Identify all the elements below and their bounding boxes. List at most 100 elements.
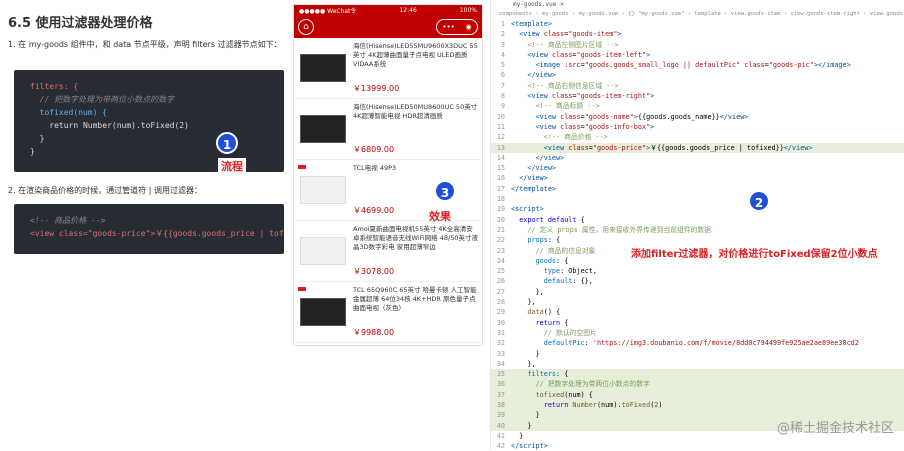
code-line: } — [30, 134, 45, 143]
code-line: 8 <view class="goods-item-right"> — [500, 92, 655, 101]
code-line: 19 <script> — [496, 205, 544, 214]
goods-info: TCL 65Q960C 65英寸 哈曼卡顿 人工智能 金属超薄 64位34核 4… — [349, 286, 479, 338]
code-line: 7 <!-- 商品右侧信息区域 --> — [500, 81, 619, 90]
tv-image — [300, 237, 346, 265]
code-line: 32 defaultPic: 'https://img3.doubanio.co… — [496, 339, 859, 348]
code-line: } — [30, 147, 35, 156]
doc-panel: 6.5 使用过滤器处理价格 1. 在 my-goods 组件中，和 data 节… — [0, 0, 292, 450]
code-line: 30 return { — [496, 318, 569, 327]
goods-price: ￥13999.00 — [353, 84, 400, 93]
code-line: 14 </view> — [496, 153, 565, 162]
nav-bar: ⌂ ••• ◉ — [294, 16, 482, 38]
goods-info: TCL电视 49P3 ￥4699.00 — [349, 164, 479, 216]
code-line: 26 default: {}, — [496, 277, 593, 286]
goods-name: TCL 65Q960C 65英寸 哈曼卡顿 人工智能 金属超薄 64位34核 4… — [353, 286, 477, 312]
code-line: <!-- 商品价格 --> — [30, 216, 106, 225]
code-line: 6 </view> — [500, 71, 557, 80]
close-circle-icon[interactable]: ◉ — [466, 23, 472, 31]
badge-2: 2 — [748, 190, 770, 212]
goods-name: 海信(Hisense)LED50MU8600UC 50英寸 4K超薄智能电视 H… — [353, 103, 478, 120]
code-line: 11 <view class="goods-info-box"> — [496, 122, 655, 131]
editor-lines: 1 <template> 2 <view class="goods-item"> … — [491, 19, 904, 451]
code-line-highlighted: 13 <view class="goods-price">￥{{goods.go… — [491, 142, 904, 153]
goods-info: 海信(Hisense)LED50MU8600UC 50英寸 4K超薄智能电视 H… — [349, 103, 479, 155]
tv-image — [300, 54, 346, 82]
code-line: 16 </view> — [496, 174, 548, 183]
code-line: 33 } — [496, 349, 540, 358]
code-block-template: <!-- 商品价格 --> <view class="goods-price">… — [14, 204, 284, 254]
goods-item[interactable]: TCL 65Q960C 65英寸 哈曼卡顿 人工智能 金属超薄 64位34核 4… — [294, 282, 482, 343]
status-bar: ●●●●● WeChat令 12:46 100% — [294, 5, 482, 16]
editor-tab[interactable]: my-goods.vue × — [491, 0, 904, 9]
step-1-text: 1. 在 my-goods 组件中，和 data 节点平级，声明 filters… — [8, 40, 282, 49]
code-line: 21 // 定义 props 属性，用来接收外界传递到当前组件的数据 — [496, 225, 712, 234]
phone-preview: ●●●●● WeChat令 12:46 100% ⌂ ••• ◉ 海信(Hise… — [293, 4, 483, 346]
section-title: 6.5 使用过滤器处理价格 — [8, 16, 153, 31]
tv-image — [300, 176, 346, 204]
brand-tag-icon — [298, 165, 306, 169]
code-line: 29 data() { — [496, 308, 561, 317]
battery-text: 100% — [459, 7, 477, 14]
code-line: 20 export default { — [496, 215, 585, 224]
goods-price: ￥9988.00 — [353, 328, 395, 337]
goods-item[interactable]: Amoi夏新曲面电视机55英寸 4K全高清安卓系统智能语音无线WiFi网络 48… — [294, 221, 482, 282]
time-text: 12:46 — [399, 7, 417, 14]
goods-info: 海信(Hisense)LED55MU9600X3DUC 55英寸 4K超薄曲面量… — [349, 42, 479, 94]
goods-info: Amoi夏新曲面电视机55英寸 4K全高清安卓系统智能语音无线WiFi网络 48… — [349, 225, 479, 277]
carrier-text: ●●●●● WeChat令 — [299, 8, 357, 15]
goods-item[interactable]: 海信(Hisense)LED50MU8600UC 50英寸 4K超薄智能电视 H… — [294, 99, 482, 160]
goods-price: ￥3078.00 — [353, 267, 395, 276]
home-icon[interactable]: ⌂ — [298, 19, 314, 35]
goods-pic — [297, 225, 349, 277]
badge-1: 1 — [216, 132, 238, 154]
code-line: 15 </view> — [496, 164, 557, 173]
code-line: 3 <!-- 商品左侧图片区域 --> — [500, 40, 619, 49]
step-2-text: 2. 在渲染商品价格的时候，通过管道符 | 调用过滤器： — [8, 186, 202, 195]
goods-pic — [297, 103, 349, 155]
code-line: 9 <!-- 商品标题 --> — [500, 102, 600, 111]
goods-item[interactable]: 海信(Hisense)LED55MU9600X3DUC 55英寸 4K超薄曲面量… — [294, 38, 482, 99]
code-block-filters: filters: { // 把数字处理为带两位小数点的数字 tofixed(nu… — [14, 70, 284, 172]
goods-price: ￥6809.00 — [353, 145, 395, 154]
code-line: filters: { — [30, 82, 79, 91]
badge-3: 3 — [434, 180, 456, 202]
code-line-highlighted: 36 // 把数字处理为带两位小数点的数字 — [491, 379, 904, 390]
annotation-note: 添加filter过滤器，对价格进行toFixed保留2位小数点 — [628, 244, 881, 261]
code-line: 18 — [496, 195, 505, 204]
watermark: @稀土掘金技术社区 — [776, 421, 894, 436]
more-icon[interactable]: ••• — [442, 23, 454, 31]
code-line: 1 <template> — [500, 20, 552, 28]
code-line: <view class="goods-price">￥{{goods.goods… — [30, 229, 284, 238]
code-line: 10 <view class="goods-name">{{goods.good… — [496, 112, 749, 121]
code-line-highlighted: 37 tofixed(num) { — [491, 389, 904, 400]
code-line: 27 }, — [496, 287, 544, 296]
capsule-menu[interactable]: ••• ◉ — [436, 19, 478, 35]
code-line: 34 }, — [496, 359, 536, 368]
code-line: 4 <view class="goods-item-left"> — [500, 50, 651, 59]
label-flow: 流程 — [218, 158, 246, 174]
code-line: 5 <image :src="goods.goods_small_logo ||… — [500, 61, 851, 70]
goods-pic — [297, 164, 349, 216]
code-editor: my-goods.vue × components › my-goods › m… — [490, 0, 904, 450]
goods-pic — [297, 42, 349, 94]
code-line: // 把数字处理为带两位小数点的数字 — [30, 95, 175, 104]
goods-name: Amoi夏新曲面电视机55英寸 4K全高清安卓系统智能语音无线WiFi网络 48… — [353, 225, 478, 251]
code-line: tofixed(num) { — [30, 108, 108, 117]
code-line: 31 // 默认的空图片 — [496, 328, 597, 337]
goods-pic — [297, 286, 349, 338]
code-line: 17 </template> — [496, 184, 557, 193]
code-line: 28 }, — [496, 298, 536, 307]
label-effect: 效果 — [426, 208, 454, 224]
code-line: return Number(num).toFixed(2) — [30, 121, 189, 130]
tv-image — [300, 115, 346, 143]
tv-image — [300, 298, 346, 326]
goods-name: 海信(Hisense)LED55MU9600X3DUC 55英寸 4K超薄曲面量… — [353, 42, 478, 68]
code-line-highlighted: 38 return Number(num).toFixed(2) — [491, 399, 904, 411]
code-line: 12 <!-- 商品价格 --> — [496, 133, 608, 142]
goods-price: ￥4699.00 — [353, 206, 395, 215]
code-line: 2 <view class="goods-item"> — [500, 30, 622, 39]
brand-tag-icon — [298, 287, 306, 291]
goods-name: TCL电视 49P3 — [353, 164, 397, 172]
breadcrumb: components › my-goods › my-goods.vue › {… — [499, 11, 904, 17]
code-line-highlighted: 35 filters: { — [491, 369, 904, 380]
